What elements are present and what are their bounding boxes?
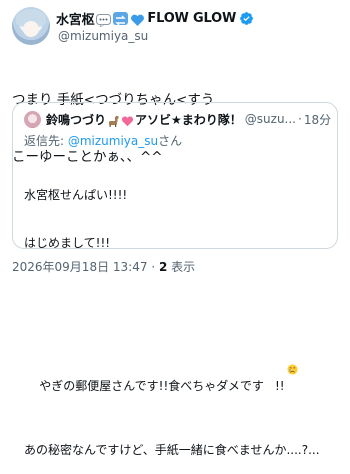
quoted-text-line-tail: !! (274, 379, 285, 393)
quoted-text-line: あの秘密なんですけど、手紙一緒に食べませんか....?... (24, 443, 320, 457)
reply-to-suffix: さん (158, 134, 183, 148)
pink-heart-icon (121, 113, 134, 126)
quoted-text-line-4: やぎの郵便屋さんです!!食べちゃダメです !! (24, 331, 320, 410)
quoted-author-display-name-tail: アソビ★まわり隊！ (135, 112, 242, 127)
reply-to-mention[interactable]: @mizumiya_su (68, 134, 158, 148)
separator-dot: · (151, 260, 156, 274)
quoted-text-line (24, 283, 320, 299)
tweet-timestamp[interactable]: 2026年09月18日 13:47 (12, 260, 147, 274)
author-display-name-suffix: FLOW GLOW (147, 10, 237, 26)
author-handle[interactable]: @mizumiya_su (58, 29, 148, 43)
author-avatar[interactable] (12, 7, 50, 45)
quoted-tweet-time[interactable]: 18分 (304, 111, 331, 128)
author-name-row[interactable]: 水宮枢 FLOW GLOW (56, 8, 254, 28)
quoted-author-avatar[interactable] (24, 111, 41, 128)
verified-badge-icon[interactable] (239, 11, 254, 26)
arrows-badge-icon (113, 11, 129, 25)
views-label: 表示 (171, 260, 196, 274)
speech-bubble-icon (96, 12, 112, 28)
separator-dot: · (298, 112, 302, 126)
quoted-text-line: やぎの郵便屋さんです!!食べちゃダメです (39, 379, 264, 393)
llama-icon (107, 113, 120, 127)
tweet-meta: 2026年09月18日 13:47 · 2 表示 (12, 258, 195, 275)
views-count: 2 (158, 260, 168, 274)
quoted-author-name-row: 鈴鳴つづり アソビ★まわり隊！ @suzu... · 18分 (46, 110, 331, 128)
author-display-name: 水宮枢 (56, 12, 95, 28)
quoted-author-display-name: 鈴鳴つづり (46, 112, 107, 127)
quoted-text-line: はじめまして!!! (24, 236, 111, 250)
reply-to-prefix: 返信先: (24, 134, 68, 148)
blue-heart-icon (130, 12, 145, 26)
quoted-tweet-text: 水宮枢せんぱい!!!! はじめまして!!! やぎの郵便屋さんです!!食べちゃダメ… (24, 155, 320, 474)
crying-face-icon (264, 347, 298, 375)
quoted-author-handle: @suzu... (244, 112, 296, 126)
quoted-text-line: 水宮枢せんぱい!!!! (24, 188, 128, 202)
reply-to-line: 返信先: @mizumiya_suさん (24, 132, 182, 149)
avatar-face (23, 21, 39, 37)
